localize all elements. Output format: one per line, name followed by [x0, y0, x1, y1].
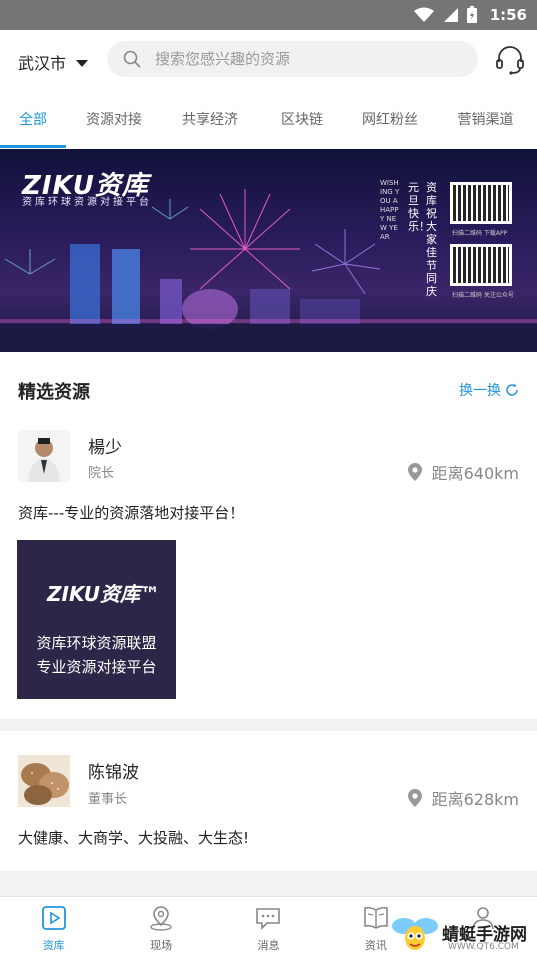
nav-item-live[interactable]: 现场 [107, 897, 214, 956]
category-tabs: 全部 资源对接 共享经济 区块链 网红粉丝 营销渠道 [0, 90, 537, 148]
tab-influencer-fans[interactable]: 网红粉丝 [346, 90, 434, 148]
user-title: 院长 [88, 466, 115, 481]
promo-line-2: 专业资源对接平台 [36, 658, 157, 676]
card-description: 资库---专业的资源落地对接平台！ [18, 504, 245, 522]
qr-caption-official-account: 扫描二维码 关注公众号 [452, 292, 514, 299]
distance-label: 距离628km [431, 790, 519, 809]
distance-label: 距离640km [431, 464, 519, 483]
section-title: 精选资源 [18, 382, 90, 403]
tab-sharing-economy[interactable]: 共享经济 [162, 90, 258, 148]
tab-label: 区块链 [281, 112, 323, 128]
message-icon [256, 908, 281, 930]
card-divider [0, 871, 537, 896]
refresh-icon [506, 383, 518, 396]
location-pin-icon [150, 906, 172, 931]
nav-item-ziku[interactable]: 资库 [0, 897, 107, 956]
wifi-icon [413, 7, 434, 22]
signal-icon [443, 8, 458, 22]
search-icon [123, 50, 141, 68]
card-image[interactable]: ZIKU资库™ 资库环球资源联盟 专业资源对接平台 [17, 540, 176, 699]
card-description: 大健康、大商学、大投融、大生态! [18, 829, 250, 847]
qr-code-app [450, 182, 512, 224]
promo-banner[interactable]: ZIKU资库 资库环球资源对接平台 WISHING YOU A HAPPY NE… [0, 149, 537, 352]
banner-greeting: 资库祝大家佳节同庆 [426, 181, 437, 298]
promo-logo: ZIKU资库™ [47, 582, 160, 606]
nav-label: 现场 [150, 939, 173, 952]
qr-code-official-account [450, 244, 512, 286]
location-pin-icon [407, 463, 422, 481]
top-header: 武汉市 [0, 30, 537, 90]
dragonfly-logo-icon [392, 918, 438, 950]
tab-label: 网红粉丝 [362, 112, 418, 128]
distance: 距离628km [407, 786, 519, 810]
distance: 距离640km [407, 460, 519, 484]
nav-label: 消息 [257, 939, 280, 952]
nav-label: 资讯 [364, 939, 387, 952]
ziku-icon [41, 906, 66, 930]
clock-time: 1:56 [489, 6, 527, 24]
tab-label: 全部 [19, 112, 47, 128]
banner-brand-subtitle: 资库环球资源对接平台 [22, 197, 152, 208]
battery-icon [466, 6, 477, 23]
promo-line-1: 资库环球资源联盟 [36, 634, 157, 652]
headset-icon[interactable] [494, 44, 526, 76]
card-divider [0, 719, 537, 731]
app-screen: 1:56 武汉市 全部 资源对接 共享经济 [0, 0, 537, 956]
banner-greeting-english: WISHING YOU A HAPPY NEW YEAR [380, 179, 400, 241]
user-name: 陈锦波 [88, 763, 139, 783]
resource-card[interactable]: 陈锦波 董事长 距离628km 大健康、大商学、大投融、大生态! [0, 731, 537, 871]
city-label: 武汉市 [18, 54, 67, 73]
nav-item-messages[interactable]: 消息 [215, 897, 322, 956]
avatar[interactable] [18, 430, 70, 482]
tab-active-indicator [0, 145, 66, 148]
refresh-label: 换一换 [459, 383, 501, 399]
tab-label: 共享经济 [182, 112, 238, 128]
qr-caption-app: 扫描二维码 下载APP [452, 230, 508, 237]
tab-label: 资源对接 [86, 112, 142, 128]
site-watermark: 蜻蜓手游网 WWW.QT6.COM [388, 912, 537, 956]
tab-resource-matching[interactable]: 资源对接 [66, 90, 162, 148]
watermark-url: WWW.QT6.COM [448, 942, 519, 952]
user-title: 董事长 [88, 792, 128, 807]
city-selector[interactable]: 武汉市 [18, 50, 89, 74]
caret-down-icon [76, 59, 89, 67]
resource-card[interactable]: 楊少 院长 距离640km 资库---专业的资源落地对接平台！ ZIKU资库™ … [0, 422, 537, 719]
location-pin-icon [407, 789, 422, 807]
search-bar[interactable] [107, 41, 478, 77]
tab-label: 营销渠道 [457, 112, 514, 128]
status-bar: 1:56 [0, 0, 537, 30]
book-icon [364, 906, 388, 929]
tab-blockchain[interactable]: 区块链 [258, 90, 346, 148]
user-name: 楊少 [88, 438, 122, 458]
refresh-button[interactable]: 换一换 [459, 380, 519, 400]
tab-marketing-channels[interactable]: 营销渠道 [434, 90, 537, 148]
tab-all[interactable]: 全部 [0, 90, 66, 148]
featured-section-header: 精选资源 换一换 [0, 352, 537, 422]
banner-greeting-new-year: 元旦快乐！ [408, 181, 430, 233]
nav-label: 资库 [42, 939, 65, 952]
search-input[interactable] [155, 50, 455, 68]
avatar[interactable] [18, 755, 70, 807]
